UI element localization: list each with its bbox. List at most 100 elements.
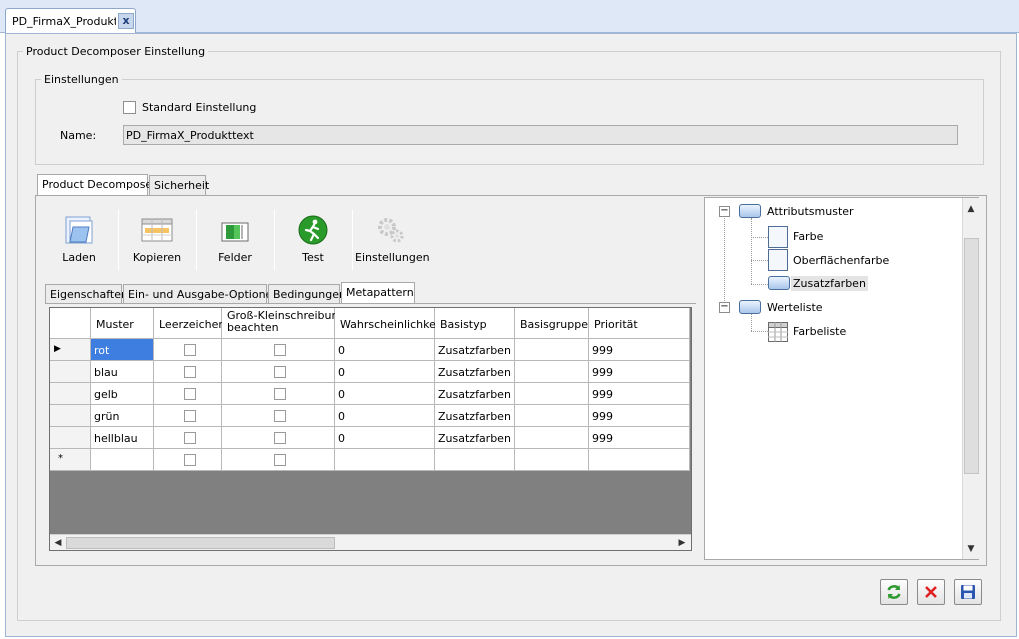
- subtab-metapattern[interactable]: Metapattern: [341, 282, 415, 304]
- case-sensitive-checkbox[interactable]: [274, 388, 286, 400]
- tab-security[interactable]: Sicherheit: [149, 175, 209, 195]
- case-sensitive-checkbox[interactable]: [274, 366, 286, 378]
- cell-leerzeichen[interactable]: [154, 405, 222, 427]
- metapattern-grid[interactable]: Muster Leerzeichen Groß-Kleinschreibung …: [49, 307, 692, 551]
- cell-wahrscheinlichkeit[interactable]: 0: [335, 427, 435, 449]
- cell-wahrscheinlichkeit[interactable]: 0: [335, 383, 435, 405]
- row-header[interactable]: [50, 383, 91, 405]
- column-header-basistyp[interactable]: Basistyp: [435, 308, 515, 339]
- collapse-attributsmuster-icon[interactable]: −: [719, 206, 730, 217]
- refresh-button[interactable]: [880, 579, 908, 605]
- cell-leerzeichen[interactable]: [154, 383, 222, 405]
- new-cell-case-sensitive[interactable]: [222, 449, 335, 471]
- cell-muster[interactable]: grün: [91, 405, 154, 427]
- cell-case-sensitive[interactable]: [222, 405, 335, 427]
- new-cell-prioritaet[interactable]: [589, 449, 690, 471]
- leerzeichen-checkbox[interactable]: [184, 410, 196, 422]
- test-button[interactable]: Test: [277, 209, 349, 271]
- cell-case-sensitive[interactable]: [222, 427, 335, 449]
- row-header[interactable]: [50, 405, 91, 427]
- subtab-conditions[interactable]: Bedingungen: [268, 284, 346, 304]
- cell-prioritaet[interactable]: 999: [589, 383, 690, 405]
- case-sensitive-checkbox[interactable]: [274, 454, 286, 466]
- subtab-properties[interactable]: Eigenschaften: [45, 284, 128, 304]
- load-button[interactable]: Laden: [43, 209, 115, 271]
- cell-leerzeichen[interactable]: [154, 427, 222, 449]
- cell-basisgruppe[interactable]: [515, 339, 589, 361]
- leerzeichen-checkbox[interactable]: [184, 366, 196, 378]
- cell-wahrscheinlichkeit[interactable]: 0: [335, 405, 435, 427]
- new-cell-leerzeichen[interactable]: [154, 449, 222, 471]
- row-header-current[interactable]: ▶: [50, 339, 91, 361]
- cell-muster[interactable]: blau: [91, 361, 154, 383]
- cell-basistyp[interactable]: Zusatzfarben: [435, 339, 515, 361]
- tree-node-attributsmuster[interactable]: Attributsmuster: [765, 204, 856, 219]
- new-cell-basistyp[interactable]: [435, 449, 515, 471]
- cell-prioritaet[interactable]: 999: [589, 339, 690, 361]
- scroll-left-icon[interactable]: ◀: [51, 536, 65, 550]
- cell-case-sensitive[interactable]: [222, 339, 335, 361]
- leerzeichen-checkbox[interactable]: [184, 388, 196, 400]
- column-header-prioritaet[interactable]: Priorität: [589, 308, 690, 339]
- cell-leerzeichen[interactable]: [154, 361, 222, 383]
- cell-wahrscheinlichkeit[interactable]: 0: [335, 361, 435, 383]
- row-header[interactable]: [50, 427, 91, 449]
- cell-case-sensitive[interactable]: [222, 361, 335, 383]
- cell-basistyp[interactable]: Zusatzfarben: [435, 361, 515, 383]
- cell-prioritaet[interactable]: 999: [589, 405, 690, 427]
- cell-basistyp[interactable]: Zusatzfarben: [435, 427, 515, 449]
- cell-basisgruppe[interactable]: [515, 361, 589, 383]
- tree-vertical-scrollbar[interactable]: ▲ ▼: [962, 198, 979, 559]
- cell-muster[interactable]: gelb: [91, 383, 154, 405]
- cell-basistyp[interactable]: Zusatzfarben: [435, 383, 515, 405]
- tree-node-oberflaechenfarbe[interactable]: Oberflächenfarbe: [791, 253, 891, 268]
- new-cell-muster[interactable]: [91, 449, 154, 471]
- column-header-basisgruppe[interactable]: Basisgruppe: [515, 308, 589, 339]
- cell-basisgruppe[interactable]: [515, 383, 589, 405]
- row-header-new[interactable]: *: [50, 449, 91, 471]
- scroll-up-icon[interactable]: ▲: [964, 202, 978, 216]
- leerzeichen-checkbox[interactable]: [184, 344, 196, 356]
- cell-wahrscheinlichkeit[interactable]: 0: [335, 339, 435, 361]
- cancel-button[interactable]: [917, 579, 945, 605]
- name-field[interactable]: PD_FirmaX_Produkttext: [123, 125, 958, 145]
- leerzeichen-checkbox[interactable]: [184, 432, 196, 444]
- row-header[interactable]: [50, 361, 91, 383]
- scroll-down-icon[interactable]: ▼: [964, 542, 978, 556]
- attribute-tree[interactable]: ▲ ▼ − Attributsmuster Farbe Oberflächenf…: [704, 197, 979, 560]
- settings-button[interactable]: Einstellungen: [355, 209, 430, 271]
- tree-node-zusatzfarben[interactable]: Zusatzfarben: [791, 276, 868, 291]
- leerzeichen-checkbox[interactable]: [184, 454, 196, 466]
- cell-case-sensitive[interactable]: [222, 383, 335, 405]
- copy-button[interactable]: Kopieren: [121, 209, 193, 271]
- new-cell-wahrscheinlichkeit[interactable]: [335, 449, 435, 471]
- column-header-wahrscheinlichkeit[interactable]: Wahrscheinlichkeit: [335, 308, 443, 339]
- tree-node-farbe[interactable]: Farbe: [791, 229, 825, 244]
- cell-prioritaet[interactable]: 999: [589, 361, 690, 383]
- document-tab[interactable]: PD_FirmaX_Produktte x: [5, 8, 136, 34]
- document-tab-title[interactable]: PD_FirmaX_Produktte: [12, 15, 116, 28]
- case-sensitive-checkbox[interactable]: [274, 432, 286, 444]
- tree-node-farbeliste[interactable]: Farbeliste: [791, 324, 848, 339]
- save-button[interactable]: [954, 579, 982, 605]
- cell-muster[interactable]: rot: [91, 339, 154, 361]
- tree-scroll-thumb[interactable]: [964, 238, 979, 474]
- cell-muster[interactable]: hellblau: [91, 427, 154, 449]
- column-header-leerzeichen[interactable]: Leerzeichen: [154, 308, 225, 339]
- subtab-io-options[interactable]: Ein- und Ausgabe-Optionen: [123, 284, 279, 304]
- cell-basistyp[interactable]: Zusatzfarben: [435, 405, 515, 427]
- close-tab-button[interactable]: x: [118, 13, 134, 29]
- cell-leerzeichen[interactable]: [154, 339, 222, 361]
- horizontal-scrollbar[interactable]: ◀ ▶: [50, 534, 691, 550]
- column-header-case-sensitive[interactable]: Groß-Kleinschreibung beachten: [222, 308, 345, 339]
- tab-product-decomposer[interactable]: Product Decomposer: [37, 174, 157, 196]
- fields-button[interactable]: Felder: [199, 209, 271, 271]
- case-sensitive-checkbox[interactable]: [274, 344, 286, 356]
- scroll-right-icon[interactable]: ▶: [675, 536, 689, 550]
- cell-basisgruppe[interactable]: [515, 405, 589, 427]
- case-sensitive-checkbox[interactable]: [274, 410, 286, 422]
- standard-setting-checkbox[interactable]: [123, 101, 136, 114]
- cell-prioritaet[interactable]: 999: [589, 427, 690, 449]
- column-header-muster[interactable]: Muster: [91, 308, 154, 339]
- cell-basisgruppe[interactable]: [515, 427, 589, 449]
